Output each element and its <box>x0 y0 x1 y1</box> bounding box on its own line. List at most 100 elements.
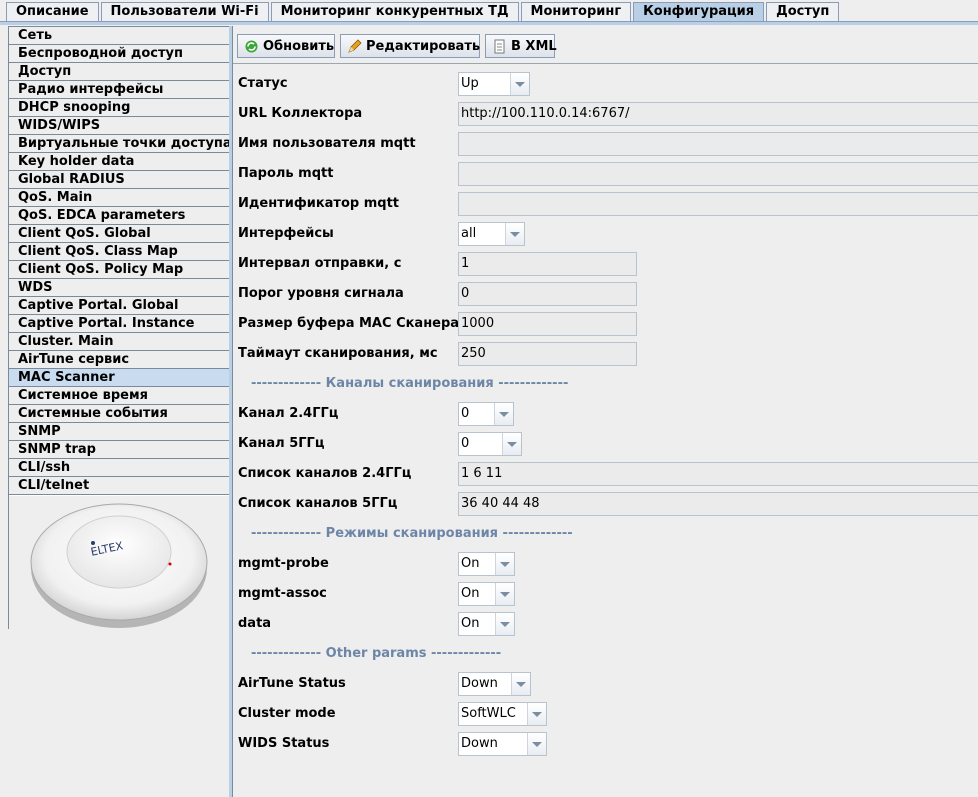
status-value: Up <box>459 73 511 95</box>
mqtt-id-row: Идентификатор mqtt <box>238 192 978 216</box>
channel-5-label: Канал 5ГГц <box>238 436 325 451</box>
mac-scanner-panel: Обновить Редактировать В XML Статус Up U… <box>232 26 978 797</box>
tab-configuration[interactable]: Конфигурация <box>633 2 765 21</box>
mqtt-user-row: Имя пользователя mqtt <box>238 132 978 156</box>
tab-competitor-ap-monitoring[interactable]: Мониторинг конкурентных ТД <box>270 2 519 21</box>
tab-description[interactable]: Описание <box>6 2 99 21</box>
mqtt-id-label: Идентификатор mqtt <box>238 196 400 211</box>
wids-status-select[interactable]: Down <box>458 732 547 756</box>
buffer-size-row: Размер буфера MAC Сканера 1000 <box>238 312 978 336</box>
sidebar-item-captive-portal-global[interactable]: Captive Portal. Global <box>9 297 230 315</box>
channel-24-label: Канал 2.4ГГц <box>238 406 339 421</box>
chevron-down-icon <box>506 223 524 245</box>
chevron-down-icon <box>511 73 529 95</box>
chevron-down-icon <box>495 403 513 425</box>
interfaces-value: all <box>459 223 506 245</box>
sidebar-item-client-qos-class-map[interactable]: Client QoS. Class Map <box>9 243 230 261</box>
signal-threshold-row: Порог уровня сигнала 0 <box>238 282 978 306</box>
sidebar-item-virtual-aps[interactable]: Виртуальные точки доступа <box>9 135 232 153</box>
mgmt-probe-select[interactable]: On <box>458 552 515 576</box>
signal-threshold-field[interactable]: 0 <box>458 282 637 306</box>
mgmt-assoc-select[interactable]: On <box>458 582 515 606</box>
sidebar-item-wds[interactable]: WDS <box>9 279 230 297</box>
channels-list-24-field[interactable]: 1 6 11 <box>458 462 978 486</box>
mqtt-user-field[interactable] <box>458 132 978 156</box>
sidebar-item-cluster-main[interactable]: Cluster. Main <box>9 333 230 351</box>
airtune-status-select[interactable]: Down <box>458 672 531 696</box>
scan-timeout-label: Таймаут сканирования, мс <box>238 346 438 361</box>
sidebar-item-wids-wips[interactable]: WIDS/WIPS <box>9 117 230 135</box>
sidebar-item-qos-edca[interactable]: QoS. EDCA parameters <box>9 207 230 225</box>
channel-24-value: 0 <box>459 403 495 425</box>
mgmt-assoc-value: On <box>459 583 496 605</box>
toolbar: Обновить Редактировать В XML <box>233 26 978 64</box>
sidebar-item-system-time[interactable]: Системное время <box>9 387 230 405</box>
sidebar-item-global-radius[interactable]: Global RADIUS <box>9 171 230 189</box>
channels-list-24-label: Список каналов 2.4ГГц <box>238 466 412 481</box>
export-xml-button[interactable]: В XML <box>485 34 557 58</box>
document-icon <box>492 39 507 54</box>
interfaces-select[interactable]: all <box>458 222 525 246</box>
sidebar-item-access[interactable]: Доступ <box>9 63 230 81</box>
data-label: data <box>238 616 272 631</box>
sidebar-item-qos-main[interactable]: QoS. Main <box>9 189 230 207</box>
sidebar-item-snmp[interactable]: SNMP <box>9 423 230 441</box>
sidebar-item-wireless-access[interactable]: Беспроводной доступ <box>9 45 230 63</box>
sidebar-item-client-qos-global[interactable]: Client QoS. Global <box>9 225 230 243</box>
data-value: On <box>459 613 496 635</box>
channel-5-select[interactable]: 0 <box>458 432 522 456</box>
scan-timeout-field[interactable]: 250 <box>458 342 637 366</box>
mqtt-user-label: Имя пользователя mqtt <box>238 136 416 151</box>
sidebar-item-radio-interfaces[interactable]: Радио интерфейсы <box>9 81 230 99</box>
access-point-image: ELTEX <box>9 496 230 629</box>
sidebar-item-network[interactable]: Сеть <box>9 27 230 45</box>
status-select[interactable]: Up <box>458 72 530 96</box>
tab-monitoring[interactable]: Мониторинг <box>520 2 632 21</box>
edit-button[interactable]: Редактировать <box>340 34 480 58</box>
chevron-down-icon <box>496 553 514 575</box>
mqtt-password-field[interactable] <box>458 162 978 186</box>
sidebar-item-mac-scanner[interactable]: MAC Scanner <box>9 369 230 387</box>
sidebar-item-client-qos-policy-map[interactable]: Client QoS. Policy Map <box>9 261 230 279</box>
send-interval-row: Интервал отправки, с 1 <box>238 252 978 276</box>
airtune-status-value: Down <box>459 673 512 695</box>
section-other-params: ------------- Other params ------------- <box>251 646 502 661</box>
cluster-mode-select[interactable]: SoftWLC <box>458 702 547 726</box>
mgmt-probe-row: mgmt-probe On <box>238 552 978 576</box>
refresh-button[interactable]: Обновить <box>237 34 335 58</box>
status-row: Статус Up <box>238 72 978 96</box>
cluster-mode-label: Cluster mode <box>238 706 336 721</box>
data-select[interactable]: On <box>458 612 515 636</box>
sidebar-item-snmp-trap[interactable]: SNMP trap <box>9 441 230 459</box>
tab-access[interactable]: Доступ <box>766 2 840 21</box>
section-scan-channels: ------------- Каналы сканирования ------… <box>251 376 569 391</box>
sidebar-item-cli-ssh[interactable]: CLI/ssh <box>9 459 230 477</box>
send-interval-field[interactable]: 1 <box>458 252 637 276</box>
pencil-icon <box>347 38 362 54</box>
chevron-down-icon <box>528 733 546 755</box>
sidebar-item-airtune[interactable]: AirTune сервис <box>9 351 230 369</box>
data-row: data On <box>238 612 978 636</box>
sidebar-item-cli-telnet[interactable]: CLI/telnet <box>9 477 230 495</box>
config-sidebar: Сеть Беспроводной доступ Доступ Радио ин… <box>8 26 232 629</box>
chevron-down-icon <box>496 583 514 605</box>
interfaces-row: Интерфейсы all <box>238 222 978 246</box>
chevron-down-icon <box>496 613 514 635</box>
mqtt-id-field[interactable] <box>458 192 978 216</box>
signal-threshold-label: Порог уровня сигнала <box>238 286 404 301</box>
airtune-status-label: AirTune Status <box>238 676 346 691</box>
collector-url-field[interactable]: http://100.110.0.14:6767/ <box>458 102 978 126</box>
sidebar-item-key-holder-data[interactable]: Key holder data <box>9 153 230 171</box>
tab-wifi-users[interactable]: Пользователи Wi-Fi <box>100 2 269 21</box>
section-scan-modes: ------------- Режимы сканирования ------… <box>251 526 573 541</box>
tab-strip-border <box>0 21 978 25</box>
channel-24-select[interactable]: 0 <box>458 402 514 426</box>
buffer-size-field[interactable]: 1000 <box>458 312 637 336</box>
refresh-icon <box>244 39 259 54</box>
sidebar-item-dhcp-snooping[interactable]: DHCP snooping <box>9 99 230 117</box>
refresh-button-label: Обновить <box>263 38 335 54</box>
sidebar-item-captive-portal-instance[interactable]: Captive Portal. Instance <box>9 315 230 333</box>
sidebar-item-system-events[interactable]: Системные события <box>9 405 230 423</box>
channels-list-5-field[interactable]: 36 40 44 48 <box>458 492 978 516</box>
channels-list-5-label: Список каналов 5ГГц <box>238 496 398 511</box>
